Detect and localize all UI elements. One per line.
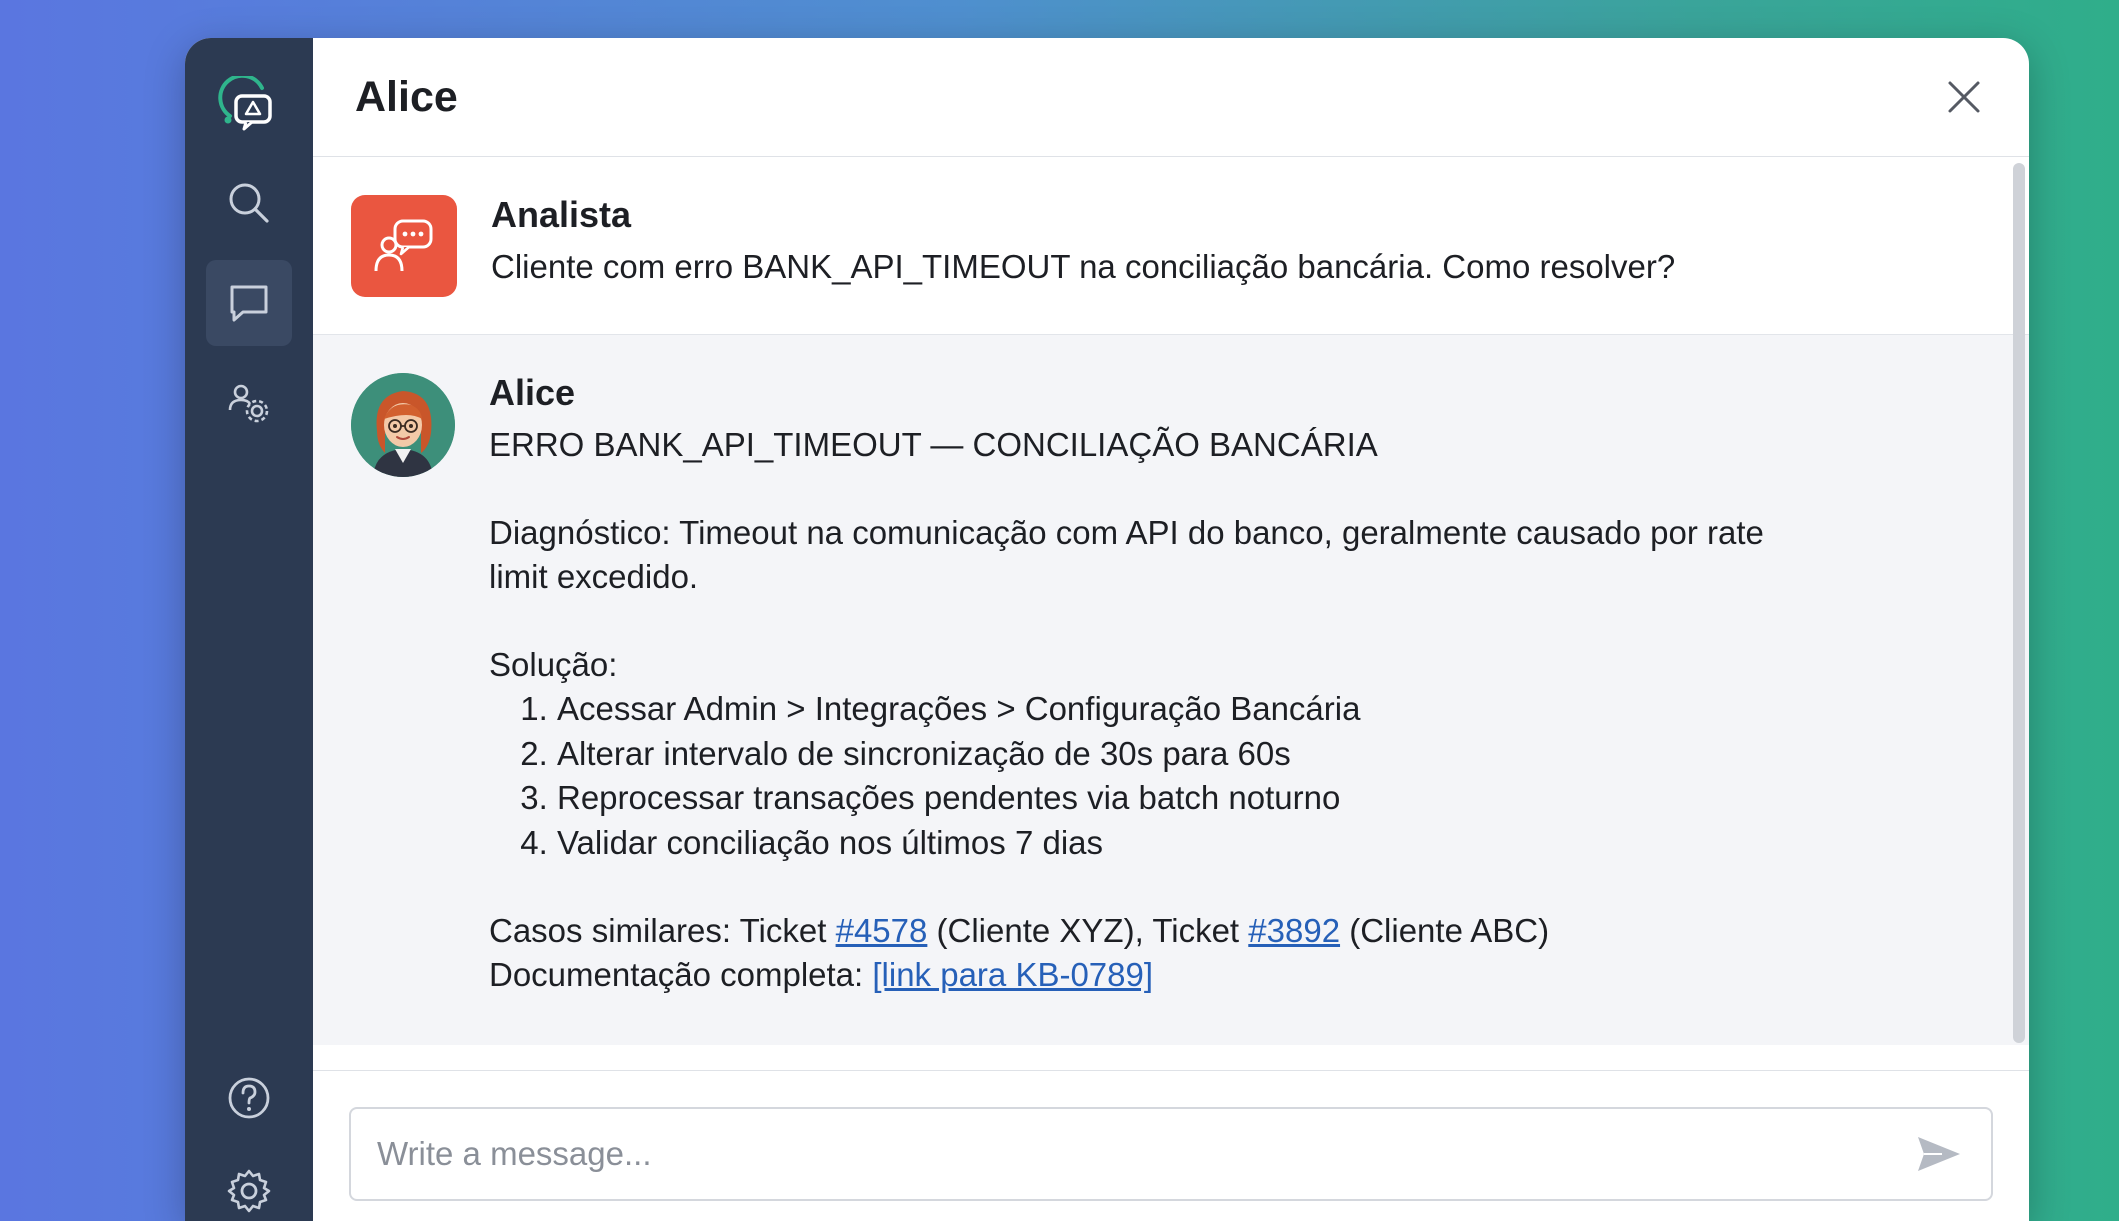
bot-message-text: ERRO BANK_API_TIMEOUT — CONCILIAÇÃO BANC… <box>489 423 1989 997</box>
solution-step: Validar conciliação nos últimos 7 dias <box>557 821 1989 866</box>
similar-cases: Casos similares: Ticket #4578 (Cliente X… <box>489 909 1989 953</box>
message-input-box <box>349 1107 1993 1201</box>
message-list[interactable]: Analista Cliente com erro BANK_API_TIMEO… <box>313 157 2029 1071</box>
solution-label: Solução: <box>489 646 618 683</box>
alice-avatar-icon <box>351 373 455 477</box>
scrollbar[interactable] <box>2013 163 2025 1043</box>
solution-step: Alterar intervalo de sincronização de 30… <box>557 732 1989 777</box>
documentation-line: Documentação completa: [link para KB-078… <box>489 953 1989 997</box>
ticket-link-3892[interactable]: #3892 <box>1248 912 1340 949</box>
chat-title: Alice <box>355 72 458 121</box>
bot-sender-name: Alice <box>489 372 576 413</box>
sidebar <box>185 38 313 1221</box>
composer <box>313 1071 2029 1221</box>
send-icon <box>1918 1137 1960 1171</box>
ticket-link-4578[interactable]: #4578 <box>836 912 928 949</box>
close-icon <box>1948 81 1980 113</box>
chat-icon[interactable] <box>206 260 292 346</box>
user-sender-name: Analista <box>491 194 632 235</box>
help-icon[interactable] <box>206 1055 292 1141</box>
user-message-text: Cliente com erro BANK_API_TIMEOUT na con… <box>491 248 1676 285</box>
chat-main: Alice Analista Cliente com erro BANK_API… <box>313 38 2029 1221</box>
solution-steps: Acessar Admin > Integrações > Configuraç… <box>489 687 1989 865</box>
message-input[interactable] <box>351 1134 1907 1174</box>
similar-cases-prefix: Casos similares: Ticket <box>489 912 836 949</box>
chat-window: Alice Analista Cliente com erro BANK_API… <box>185 38 2029 1221</box>
response-heading: ERRO BANK_API_TIMEOUT — CONCILIAÇÃO BANC… <box>489 426 1378 463</box>
search-icon[interactable] <box>206 160 292 246</box>
users-settings-icon[interactable] <box>206 360 292 446</box>
send-button[interactable] <box>1907 1122 1971 1186</box>
solution-step: Reprocessar transações pendentes via bat… <box>557 776 1989 821</box>
app-logo-icon[interactable] <box>206 64 292 150</box>
close-button[interactable] <box>1943 76 1985 118</box>
user-message: Analista Cliente com erro BANK_API_TIMEO… <box>313 157 2029 335</box>
ticket2-suffix: (Cliente ABC) <box>1340 912 1550 949</box>
solution-step: Acessar Admin > Integrações > Configuraç… <box>557 687 1989 732</box>
kb-link[interactable]: [link para KB-0789] <box>872 956 1153 993</box>
chat-header: Alice <box>313 38 2029 157</box>
diagnosis-text: Diagnóstico: Timeout na comunicação com … <box>489 514 1764 595</box>
bot-message: Alice ERRO BANK_API_TIMEOUT — CONCILIAÇÃ… <box>313 335 2029 1045</box>
docs-prefix: Documentação completa: <box>489 956 873 993</box>
ticket1-suffix: (Cliente XYZ), Ticket <box>927 912 1249 949</box>
settings-icon[interactable] <box>206 1148 292 1221</box>
analyst-avatar-icon <box>351 195 457 297</box>
